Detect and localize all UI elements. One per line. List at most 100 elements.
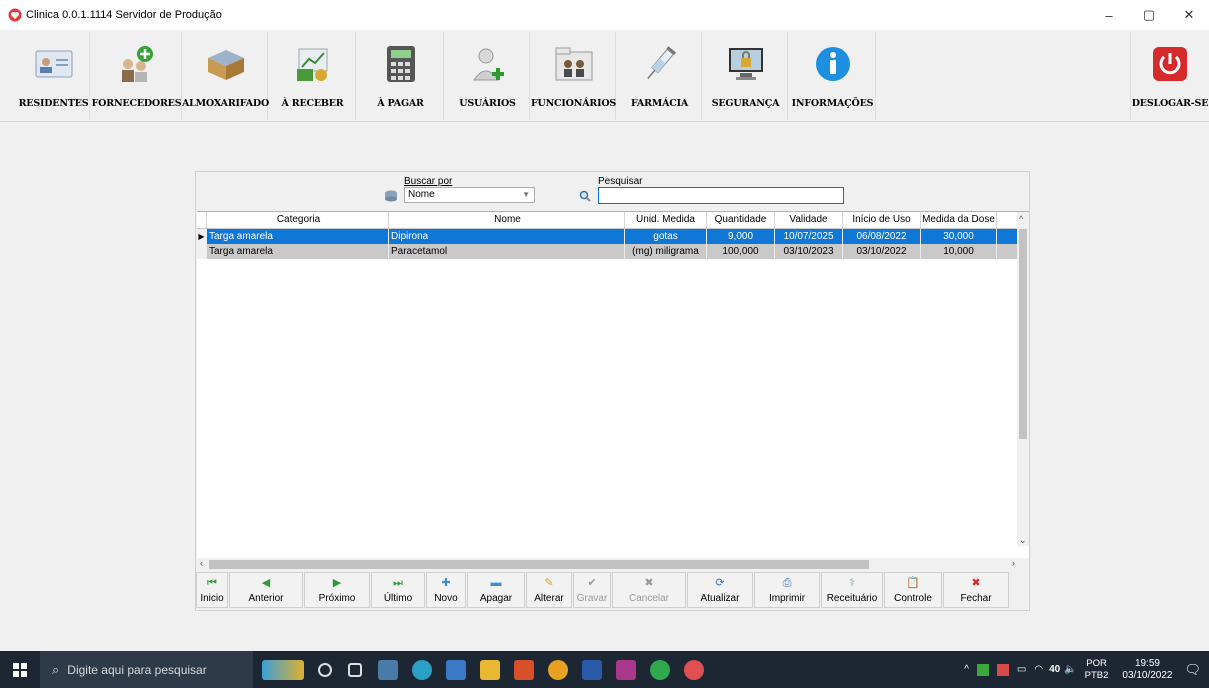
cancelar-label: Cancelar	[628, 592, 670, 604]
cancelar-button[interactable]: ✖ Cancelar	[612, 572, 686, 608]
whatsapp-icon[interactable]	[650, 660, 670, 680]
minimize-button[interactable]: –	[1089, 0, 1129, 30]
widget-icon[interactable]	[262, 660, 304, 680]
residentes-label: RESIDENTES	[18, 98, 89, 109]
header-medida-dose[interactable]: Medida da Dose	[921, 212, 997, 228]
horizontal-scroll-thumb[interactable]	[209, 560, 869, 569]
anterior-button[interactable]: ◀ Anterior	[229, 572, 303, 608]
cell-inicio-uso: 06/08/2022	[843, 229, 921, 244]
horizontal-scrollbar[interactable]: ‹ ›	[197, 558, 1029, 571]
seguranca-button[interactable]: SEGURANÇA	[704, 32, 788, 120]
file-explorer-icon[interactable]	[480, 660, 500, 680]
farmacia-label: FARMÁCIA	[630, 98, 689, 109]
word-icon[interactable]	[582, 660, 602, 680]
residentes-button[interactable]: RESIDENTES	[18, 32, 90, 120]
clock[interactable]: 19:59 03/10/2022	[1122, 658, 1172, 682]
start-button[interactable]	[0, 651, 40, 688]
header-unid-medida[interactable]: Unid. Medida	[625, 212, 707, 228]
tray-app-icon-2[interactable]	[996, 663, 1009, 676]
ultimo-button[interactable]: ⏭ Último	[371, 572, 425, 608]
header-validade[interactable]: Validade	[775, 212, 843, 228]
clinica-app-icon[interactable]	[684, 660, 704, 680]
a-pagar-button[interactable]: À PAGAR	[358, 32, 444, 120]
scroll-down-icon[interactable]: ⌄	[1019, 535, 1027, 546]
almoxarifado-button[interactable]: ALMOXARIFADO	[182, 32, 269, 120]
scroll-left-icon[interactable]: ‹	[200, 558, 203, 568]
taskbar-search[interactable]: ⌕ Digite aqui para pesquisar	[40, 651, 253, 688]
edge-icon[interactable]	[412, 660, 432, 680]
informacoes-button[interactable]: INFORMAÇÕES	[790, 32, 876, 120]
a-receber-button[interactable]: À RECEBER	[270, 32, 356, 120]
close-button[interactable]: ✕	[1169, 0, 1209, 30]
table-row[interactable]: Targa amarela Paracetamol (mg) miligrama…	[197, 244, 1017, 259]
usuarios-button[interactable]: USUÁRIOS	[446, 32, 530, 120]
brave-icon[interactable]	[514, 660, 534, 680]
plus-icon: ✚	[441, 576, 451, 589]
vertical-scroll-thumb[interactable]	[1019, 229, 1027, 439]
check-icon: ✔	[587, 576, 597, 589]
wifi-icon[interactable]: ◠	[1034, 664, 1043, 675]
calculator-icon	[379, 42, 423, 86]
medications-grid[interactable]: Categoria Nome Unid. Medida Quantidade V…	[197, 211, 1029, 571]
anterior-label: Anterior	[248, 592, 284, 604]
proximo-button[interactable]: ▶ Próximo	[304, 572, 370, 608]
network-icon[interactable]: ▭	[1017, 664, 1026, 675]
app-heart-icon	[8, 8, 22, 22]
inicio-button[interactable]: ⏮ Inicio	[196, 572, 228, 608]
taskbar-search-placeholder: Digite aqui para pesquisar	[67, 662, 207, 677]
chrome-icon[interactable]	[548, 660, 568, 680]
task-view-icon[interactable]	[348, 663, 362, 677]
clock-time: 19:59	[1134, 657, 1160, 669]
main-toolbar: RESIDENTES FORNECEDORES ALMOXARIFADO À R…	[0, 30, 1209, 122]
fornecedores-label: FORNECEDORES	[91, 98, 182, 109]
x-icon: ✖	[644, 576, 654, 589]
fornecedores-button[interactable]: FORNECEDORES	[92, 32, 182, 120]
cortana-icon[interactable]	[318, 663, 332, 677]
search-icon: ⌕	[52, 661, 60, 677]
farmacia-button[interactable]: FARMÁCIA	[618, 32, 702, 120]
last-icon: ⏭	[393, 576, 403, 589]
pesquisar-field[interactable]	[598, 187, 844, 204]
deslogar-button[interactable]: DESLOGAR-SE	[1130, 32, 1209, 120]
notifications-icon[interactable]: 🗨	[1184, 662, 1201, 678]
pesquisar-input[interactable]	[599, 188, 843, 203]
gravar-button[interactable]: ✔ Gravar	[573, 572, 611, 608]
title-bar: Clinica 0.0.1.1114 Servidor de Produção …	[0, 0, 1209, 30]
funcionarios-button[interactable]: FUNCIONÁRIOS	[530, 32, 617, 120]
atualizar-button[interactable]: ⟳ Atualizar	[687, 572, 753, 608]
tray-overflow-icon[interactable]: ^	[964, 664, 969, 675]
tray-app-icon[interactable]	[976, 663, 989, 676]
funcionarios-label: FUNCIONÁRIOS	[530, 98, 617, 109]
apagar-label: Apagar	[479, 592, 513, 604]
buscar-por-select[interactable]: Nome ▼	[404, 187, 535, 203]
row-pointer-icon: ▶	[197, 229, 207, 244]
controle-button[interactable]: 📋 Controle	[884, 572, 942, 608]
apagar-button[interactable]: ▬ Apagar	[467, 572, 525, 608]
monitor-lock-icon	[724, 42, 768, 86]
fechar-button[interactable]: ✖ Fechar	[943, 572, 1009, 608]
scroll-right-icon[interactable]: ›	[1012, 558, 1015, 568]
a-receber-label: À RECEBER	[281, 98, 344, 109]
maximize-button[interactable]: ▢	[1129, 0, 1169, 30]
search-area: Buscar por Nome ▼ Pesquisar	[196, 172, 1029, 210]
novo-button[interactable]: ✚ Novo	[426, 572, 466, 608]
vertical-scrollbar[interactable]: ^ ⌄	[1017, 212, 1029, 546]
table-row[interactable]: ▶ Targa amarela Dipirona gotas 9,000 10/…	[197, 229, 1017, 244]
money-chart-icon	[291, 42, 335, 86]
scroll-up-icon[interactable]: ^	[1019, 214, 1023, 224]
imprimir-button[interactable]: ⎙ Imprimir	[754, 572, 820, 608]
volume-icon[interactable]: 🔈	[1064, 664, 1076, 675]
store-icon[interactable]	[446, 660, 466, 680]
chevron-down-icon: ▼	[522, 190, 530, 199]
search-icon	[579, 190, 591, 202]
header-categoria[interactable]: Categoria	[207, 212, 389, 228]
cloud-app-icon[interactable]	[378, 660, 398, 680]
header-nome[interactable]: Nome	[389, 212, 625, 228]
receituario-button[interactable]: ⚕ Receituário	[821, 572, 883, 608]
header-quantidade[interactable]: Quantidade	[707, 212, 775, 228]
header-inicio-uso[interactable]: Início de Uso	[843, 212, 921, 228]
alterar-button[interactable]: ✎ Alterar	[526, 572, 572, 608]
record-actions-bar: ⏮ Inicio ◀ Anterior ▶ Próximo ⏭ Último ✚ Novo…	[196, 572, 1029, 610]
sublime-icon[interactable]	[616, 660, 636, 680]
language-indicator[interactable]: POR PTB2	[1085, 658, 1109, 682]
